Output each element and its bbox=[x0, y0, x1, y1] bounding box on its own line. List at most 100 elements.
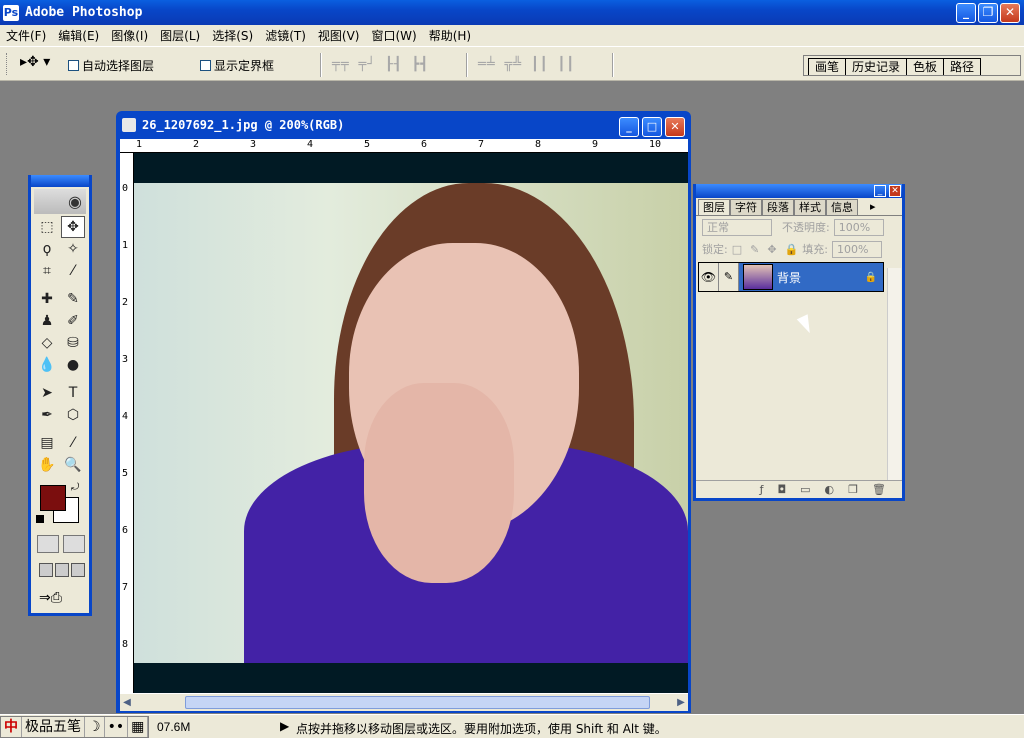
lock-image-icon[interactable]: ✎ bbox=[750, 243, 759, 256]
status-arrow-icon[interactable]: ▶ bbox=[280, 719, 289, 733]
full-screen-mode-icon[interactable] bbox=[71, 563, 85, 577]
move-tool-icon[interactable]: ✥ bbox=[61, 216, 85, 238]
panel-close-button[interactable]: ✕ bbox=[889, 185, 901, 197]
dodge-tool-icon[interactable]: ● bbox=[61, 354, 85, 376]
layers-scrollbar[interactable] bbox=[887, 268, 901, 480]
eye-visibility-icon[interactable]: 👁 bbox=[699, 263, 719, 291]
show-bounding-box-checkbox[interactable]: 显示定界框 bbox=[200, 57, 274, 74]
marquee-tool-icon[interactable]: ⬚ bbox=[35, 216, 59, 238]
eraser-tool-icon[interactable]: ◇ bbox=[35, 332, 59, 354]
horizontal-scrollbar[interactable]: ◀ ▶ bbox=[120, 693, 688, 711]
ruler-h-tick: 4 bbox=[307, 139, 314, 150]
doc-minimize-button[interactable]: _ bbox=[619, 117, 639, 137]
photoshop-eye-logo-icon[interactable]: ◉ bbox=[34, 189, 86, 214]
ime-moon-icon[interactable]: ☽ bbox=[85, 717, 105, 737]
menu-edit[interactable]: 编辑(E) bbox=[52, 27, 105, 44]
menu-filter[interactable]: 滤镜(T) bbox=[259, 27, 312, 44]
clone-stamp-tool-icon[interactable]: ♟ bbox=[35, 310, 59, 332]
scroll-thumb[interactable] bbox=[185, 696, 650, 709]
menu-file[interactable]: 文件(F) bbox=[0, 27, 52, 44]
default-colors-icon[interactable] bbox=[36, 515, 44, 523]
type-tool-icon[interactable]: T bbox=[61, 382, 85, 404]
tab-character[interactable]: 字符 bbox=[730, 199, 762, 215]
menu-image[interactable]: 图像(I) bbox=[105, 27, 154, 44]
ime-keyboard-icon[interactable]: ▦ bbox=[128, 717, 149, 737]
menu-select[interactable]: 选择(S) bbox=[206, 27, 259, 44]
distribute-icons[interactable]: ═╧ ╦╩ ┃┃ ┃┃ bbox=[478, 57, 575, 72]
scroll-right-icon[interactable]: ▶ bbox=[674, 695, 688, 710]
lasso-tool-icon[interactable]: ϙ bbox=[35, 238, 59, 260]
notes-tool-icon[interactable]: ▤ bbox=[35, 432, 59, 454]
layer-style-icon[interactable]: ƒ bbox=[760, 483, 764, 496]
menu-help[interactable]: 帮助(H) bbox=[423, 27, 477, 44]
panel-minimize-button[interactable]: _ bbox=[874, 185, 886, 197]
lock-all-icon[interactable]: 🔒 bbox=[785, 243, 799, 256]
align-icons[interactable]: ╤╤ ╤┘ ┠┨ ┣┫ bbox=[332, 57, 429, 72]
ime-name[interactable]: 极品五笔 bbox=[22, 717, 85, 737]
tab-brushes[interactable]: 画笔 bbox=[808, 58, 847, 75]
adjustment-layer-icon[interactable]: ◐ bbox=[825, 483, 835, 496]
quick-mask-mode-icon[interactable] bbox=[63, 535, 85, 553]
tab-paragraph[interactable]: 段落 bbox=[762, 199, 794, 215]
brush-link-icon[interactable]: ✎ bbox=[719, 263, 739, 291]
move-tool-preset-icon[interactable]: ▸✥ ▾ bbox=[20, 54, 50, 70]
document-titlebar[interactable]: 26_1207692_1.jpg @ 200%(RGB) bbox=[116, 111, 691, 139]
tab-info[interactable]: 信息 bbox=[826, 199, 858, 215]
layers-panel-titlebar[interactable]: _ ✕ bbox=[696, 184, 902, 198]
eyedropper-tool-icon[interactable]: ⁄ bbox=[61, 432, 85, 454]
separator bbox=[466, 53, 468, 77]
close-button[interactable]: ✕ bbox=[1000, 3, 1020, 23]
pen-tool-icon[interactable]: ✒ bbox=[35, 404, 59, 426]
paint-bucket-tool-icon[interactable]: ⛁ bbox=[61, 332, 85, 354]
tab-paths[interactable]: 路径 bbox=[943, 58, 982, 75]
ime-punct-icon[interactable]: •• bbox=[105, 717, 129, 737]
history-brush-tool-icon[interactable]: ✐ bbox=[61, 310, 85, 332]
path-selection-tool-icon[interactable]: ➤ bbox=[35, 382, 59, 404]
crop-tool-icon[interactable]: ⌗ bbox=[35, 260, 59, 282]
options-grip[interactable] bbox=[6, 53, 9, 75]
lock-transparency-icon[interactable]: □ bbox=[732, 243, 742, 256]
panel-menu-arrow-icon[interactable]: ▸ bbox=[866, 199, 880, 215]
new-layer-icon[interactable]: ❐ bbox=[848, 483, 858, 496]
foreground-color-swatch-top[interactable] bbox=[40, 485, 66, 511]
shape-tool-icon[interactable]: ⬡ bbox=[61, 404, 85, 426]
menu-view[interactable]: 视图(V) bbox=[312, 27, 366, 44]
new-group-icon[interactable]: ▭ bbox=[800, 483, 810, 496]
zoom-tool-icon[interactable]: 🔍 bbox=[61, 454, 85, 476]
magic-wand-tool-icon[interactable]: ✧ bbox=[61, 238, 85, 260]
full-screen-menu-mode-icon[interactable] bbox=[55, 563, 69, 577]
layer-mask-icon[interactable]: ◘ bbox=[777, 483, 786, 496]
tab-history[interactable]: 历史记录 bbox=[845, 58, 908, 75]
opacity-input[interactable]: 100% bbox=[833, 218, 884, 236]
photo-image bbox=[134, 183, 688, 663]
standard-screen-mode-icon[interactable] bbox=[39, 563, 53, 577]
toolbox-titlebar[interactable] bbox=[31, 175, 89, 187]
hand-tool-icon[interactable]: ✋ bbox=[35, 454, 59, 476]
swap-colors-icon[interactable]: ⤾ bbox=[71, 482, 79, 493]
layer-row-background[interactable]: 👁 ✎ 背景 🔒 bbox=[698, 262, 884, 292]
tab-swatches[interactable]: 色板 bbox=[906, 58, 945, 75]
trash-icon[interactable]: 🗑 bbox=[872, 483, 886, 496]
menu-layer[interactable]: 图层(L) bbox=[154, 27, 206, 44]
scroll-left-icon[interactable]: ◀ bbox=[120, 695, 134, 710]
healing-brush-tool-icon[interactable]: ✚ bbox=[35, 288, 59, 310]
document-canvas[interactable] bbox=[134, 153, 688, 693]
doc-close-button[interactable]: ✕ bbox=[665, 117, 685, 137]
fill-input[interactable]: 100% bbox=[831, 240, 882, 258]
jump-to-imageready-icon[interactable]: ⇒⎙ bbox=[39, 590, 83, 610]
slice-tool-icon[interactable]: ⁄ bbox=[61, 260, 85, 282]
standard-mode-icon[interactable] bbox=[37, 535, 59, 553]
lock-position-icon[interactable]: ✥ bbox=[767, 243, 776, 256]
tab-layers[interactable]: 图层 bbox=[698, 199, 730, 215]
auto-select-layer-checkbox[interactable]: 自动选择图层 bbox=[68, 57, 154, 74]
minimize-button[interactable]: _ bbox=[956, 3, 976, 23]
separator bbox=[320, 53, 322, 77]
brush-tool-icon[interactable]: ✎ bbox=[61, 288, 85, 310]
doc-maximize-button[interactable]: □ bbox=[642, 117, 662, 137]
blur-tool-icon[interactable]: 💧 bbox=[35, 354, 59, 376]
blend-mode-select[interactable]: 正常 bbox=[702, 218, 772, 236]
restore-button[interactable]: ❐ bbox=[978, 3, 998, 23]
ime-mode-icon[interactable]: 中 bbox=[1, 717, 22, 737]
menu-window[interactable]: 窗口(W) bbox=[365, 27, 422, 44]
tab-styles[interactable]: 样式 bbox=[794, 199, 826, 215]
